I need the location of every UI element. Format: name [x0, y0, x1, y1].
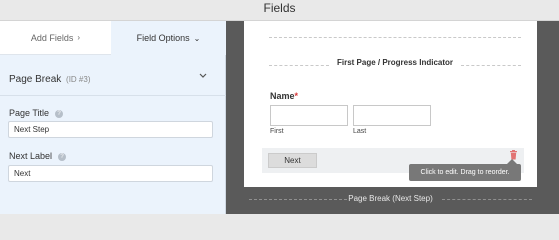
- page-title-input[interactable]: [8, 121, 213, 138]
- last-sublabel: Last: [353, 128, 367, 135]
- panel-tabs: Add Fields › Field Options ⌄: [0, 21, 226, 55]
- field-settings-panel: Add Fields › Field Options ⌄ Page Break …: [0, 21, 226, 214]
- page-title-label-text: Page Title: [9, 108, 50, 118]
- chevron-right-icon: ›: [77, 33, 81, 42]
- next-button[interactable]: Next: [268, 153, 317, 168]
- builder-topbar: Fields: [0, 0, 559, 21]
- preview-gutter-left: [226, 21, 244, 214]
- preview-gutter-right: [537, 21, 559, 214]
- page-title: Fields: [263, 1, 296, 15]
- name-label-text: Name: [270, 91, 295, 101]
- required-mark: *: [294, 91, 299, 101]
- field-id: (ID #3): [66, 75, 91, 84]
- name-field-label: Name*: [270, 91, 298, 101]
- progress-indicator[interactable]: First Page / Progress Indicator: [269, 58, 521, 72]
- field-section-title[interactable]: Page Break (ID #3): [9, 74, 91, 85]
- section-divider: [0, 95, 226, 96]
- tab-field-options[interactable]: Field Options ⌄: [111, 21, 226, 55]
- next-label-label-text: Next Label: [9, 151, 53, 161]
- top-dashed-divider: [269, 37, 521, 38]
- help-icon[interactable]: ?: [55, 110, 64, 118]
- next-label-label: Next Label?: [9, 151, 67, 161]
- dash-right: [442, 199, 532, 200]
- page-title-label: Page Title?: [9, 108, 64, 118]
- tab-add-fields[interactable]: Add Fields ›: [0, 21, 111, 55]
- last-name-input[interactable]: [353, 105, 431, 126]
- collapse-chevron-icon[interactable]: [199, 73, 207, 79]
- tab-field-options-label: Field Options: [136, 33, 190, 43]
- page-break-bar[interactable]: Page Break (Next Step): [244, 187, 537, 214]
- first-name-input[interactable]: [270, 105, 348, 126]
- reorder-tooltip: Click to edit. Drag to reorder.: [409, 159, 521, 181]
- next-label-input[interactable]: [8, 165, 213, 182]
- first-sublabel: First: [270, 128, 284, 135]
- help-icon[interactable]: ?: [58, 153, 67, 161]
- tab-add-fields-label: Add Fields: [30, 32, 74, 43]
- field-name: Page Break: [9, 74, 62, 85]
- chevron-down-icon: ⌄: [193, 33, 201, 43]
- dash-right: [461, 65, 521, 66]
